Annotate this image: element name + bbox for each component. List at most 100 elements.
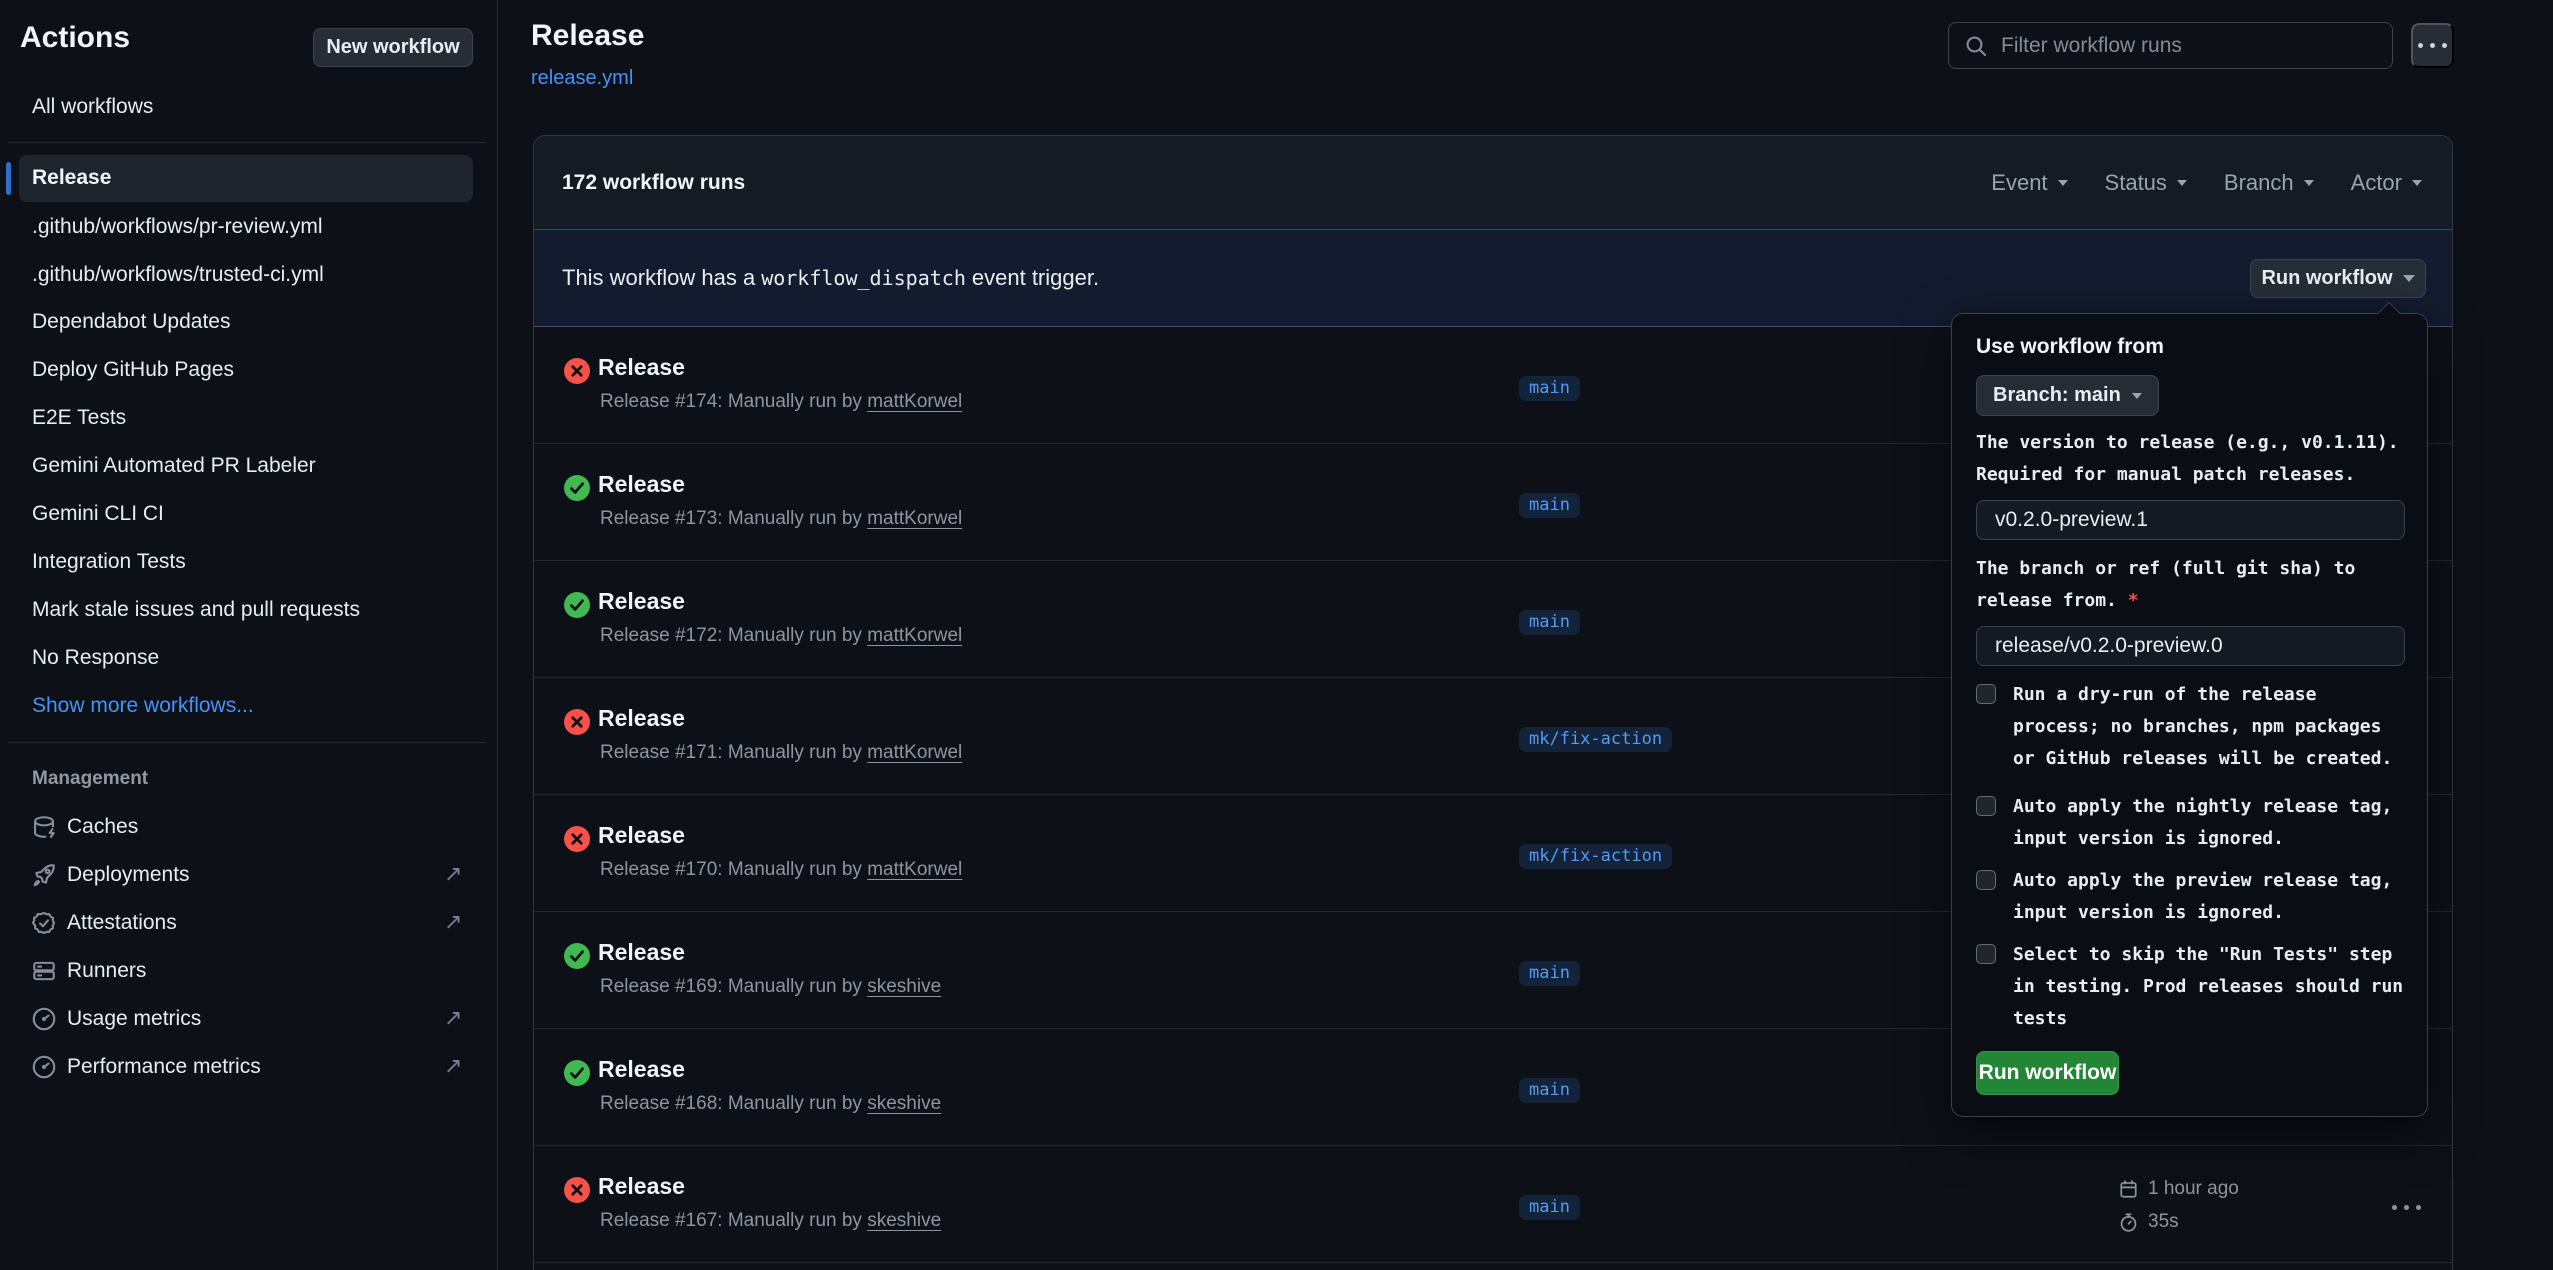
banner-text: This workflow has aworkflow_dispatcheven… (562, 265, 1099, 291)
sidebar-item-mark-stale[interactable]: Mark stale issues and pull requests (32, 596, 360, 624)
branch-selector-button[interactable]: Branch: main (1976, 375, 2159, 416)
actor-link[interactable]: mattKorwel (867, 508, 962, 529)
sidebar-item-gemini-cli-ci[interactable]: Gemini CLI CI (32, 500, 164, 528)
actor-link[interactable]: mattKorwel (867, 625, 962, 646)
dry-run-checkbox[interactable] (1976, 684, 1996, 704)
failure-icon (564, 358, 590, 384)
sidebar-item-release[interactable]: Release (32, 164, 111, 192)
workflow-runs-count: 172 workflow runs (562, 171, 745, 195)
filter-workflow-runs-search[interactable] (1948, 22, 2393, 69)
sidebar-divider (8, 142, 486, 143)
skip-tests-checkbox-row: Select to skip the "Run Tests" step in t… (1976, 939, 2403, 1035)
kebab-icon (2418, 43, 2447, 48)
new-workflow-button[interactable]: New workflow (313, 28, 473, 67)
stopwatch-icon (2118, 1212, 2139, 1233)
sidebar-item-gemini-pr-labeler[interactable]: Gemini Automated PR Labeler (32, 452, 316, 480)
run-workflow-dispatch-panel: Use workflow from Branch: main The versi… (1951, 313, 2428, 1117)
required-asterisk: * (2128, 590, 2139, 611)
sidebar-item-attestations[interactable]: Attestations (67, 909, 177, 937)
runs-card-header: 172 workflow runs Event Status Branch Ac… (534, 136, 2452, 230)
ref-input-label: The branch or ref (full git sha) to rele… (1976, 553, 2355, 617)
sidebar-item-no-response[interactable]: No Response (32, 644, 159, 672)
filter-status[interactable]: Status (2105, 170, 2187, 196)
sidebar-item-runners[interactable]: Runners (67, 957, 146, 985)
workflow-run-row: Release Release #167: Manually run by sk… (534, 1146, 2452, 1263)
success-icon (564, 1060, 590, 1086)
ref-input[interactable] (1976, 626, 2405, 666)
sidebar-item-trusted-ci[interactable]: .github/workflows/trusted-ci.yml (32, 261, 324, 289)
run-title[interactable]: Release (598, 585, 685, 617)
sidebar-item-deployments[interactable]: Deployments (67, 861, 190, 889)
branch-badge[interactable]: main (1519, 1195, 1580, 1220)
run-title[interactable]: Release (598, 702, 685, 734)
sidebar-item-deploy-github-pages[interactable]: Deploy GitHub Pages (32, 356, 234, 384)
success-icon (564, 943, 590, 969)
branch-badge[interactable]: main (1519, 376, 1580, 401)
sidebar-item-caches[interactable]: Caches (67, 813, 138, 841)
workflow-overflow-menu-button[interactable] (2411, 23, 2454, 68)
run-duration: 35s (2148, 1211, 2179, 1233)
run-workflow-submit-button[interactable]: Run workflow (1976, 1051, 2119, 1095)
run-title[interactable]: Release (598, 1170, 685, 1202)
actions-sidebar: Actions New workflow All workflows Relea… (0, 0, 498, 1270)
sidebar-item-integration-tests[interactable]: Integration Tests (32, 548, 186, 576)
cache-icon (31, 814, 57, 840)
sidebar-item-dependabot-updates[interactable]: Dependabot Updates (32, 308, 231, 336)
actor-link[interactable]: mattKorwel (867, 742, 962, 763)
success-icon (564, 475, 590, 501)
filter-actor[interactable]: Actor (2351, 170, 2422, 196)
version-input-label: The version to release (e.g., v0.1.11). … (1976, 427, 2399, 491)
branch-badge[interactable]: main (1519, 610, 1580, 635)
run-title[interactable]: Release (598, 1053, 685, 1085)
actor-link[interactable]: skeshive (867, 1093, 941, 1114)
run-subtitle: Release #172: Manually run by mattKorwel (600, 623, 962, 649)
chevron-down-icon (2132, 393, 2142, 399)
selected-workflow-accent-bar (6, 162, 11, 195)
sidebar-item-usage-metrics[interactable]: Usage metrics (67, 1005, 201, 1033)
nightly-tag-checkbox[interactable] (1976, 796, 1996, 816)
branch-badge[interactable]: mk/fix-action (1519, 727, 1672, 752)
sidebar-item-all-workflows[interactable]: All workflows (32, 93, 153, 121)
skip-tests-checkbox[interactable] (1976, 944, 1996, 964)
branch-badge[interactable]: main (1519, 493, 1580, 518)
actor-link[interactable]: mattKorwel (867, 391, 962, 412)
sidebar-item-e2e-tests[interactable]: E2E Tests (32, 404, 126, 432)
skip-tests-label: Select to skip the "Run Tests" step in t… (2013, 939, 2403, 1035)
sidebar-item-pr-review[interactable]: .github/workflows/pr-review.yml (32, 213, 323, 241)
run-subtitle: Release #173: Manually run by mattKorwel (600, 506, 962, 532)
run-subtitle: Release #174: Manually run by mattKorwel (600, 389, 962, 415)
branch-badge[interactable]: main (1519, 961, 1580, 986)
run-subtitle: Release #167: Manually run by skeshive (600, 1208, 941, 1234)
filter-branch[interactable]: Branch (2224, 170, 2314, 196)
failure-icon (564, 709, 590, 735)
run-title[interactable]: Release (598, 468, 685, 500)
actor-link[interactable]: skeshive (867, 1210, 941, 1231)
run-title[interactable]: Release (598, 819, 685, 851)
kebab-icon (2392, 1205, 2421, 1210)
run-title[interactable]: Release (598, 351, 685, 383)
branch-badge[interactable]: mk/fix-action (1519, 844, 1672, 869)
rocket-icon (31, 862, 57, 888)
external-link-icon: ↗ (444, 1005, 468, 1031)
search-input[interactable] (2001, 23, 2381, 68)
run-meta: 1 hour ago 35s (2118, 1176, 2239, 1242)
version-input[interactable] (1976, 500, 2405, 540)
actor-link[interactable]: skeshive (867, 976, 941, 997)
chevron-down-icon (2177, 180, 2187, 186)
run-options-button[interactable] (2382, 1193, 2430, 1221)
run-title[interactable]: Release (598, 936, 685, 968)
nightly-tag-checkbox-row: Auto apply the nightly release tag, inpu… (1976, 791, 2392, 855)
run-workflow-dropdown-button[interactable]: Run workflow (2250, 259, 2426, 298)
actor-link[interactable]: mattKorwel (867, 859, 962, 880)
show-more-workflows-link[interactable]: Show more workflows... (32, 692, 254, 720)
search-icon (1964, 34, 1988, 58)
filter-event[interactable]: Event (1991, 170, 2067, 196)
branch-badge[interactable]: main (1519, 1078, 1580, 1103)
workflow-file-link[interactable]: release.yml (531, 64, 633, 92)
sidebar-item-performance-metrics[interactable]: Performance metrics (67, 1053, 261, 1081)
preview-tag-checkbox[interactable] (1976, 870, 1996, 890)
server-icon (31, 958, 57, 984)
meter-icon (31, 1006, 57, 1032)
run-time: 1 hour ago (2148, 1178, 2239, 1200)
dry-run-label: Run a dry-run of the release process; no… (2013, 679, 2392, 775)
